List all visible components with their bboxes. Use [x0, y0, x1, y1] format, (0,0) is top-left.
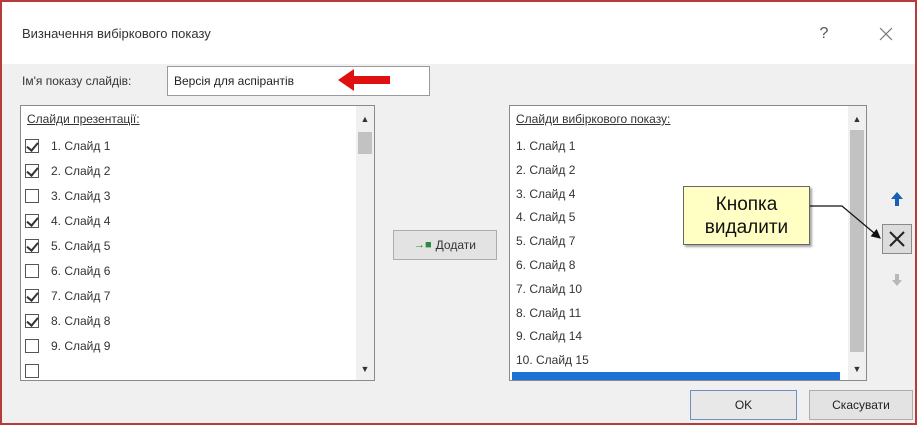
selected-list-item[interactable]	[512, 372, 840, 380]
slide-label: 2. Слайд 2	[51, 164, 111, 178]
help-button[interactable]: ?	[810, 20, 838, 48]
scroll-down-icon[interactable]: ▼	[356, 360, 374, 378]
dialog-title: Визначення вибіркового показу	[22, 26, 211, 41]
list-item[interactable]: 1. Слайд 1	[21, 134, 351, 158]
slide-label: 7. Слайд 7	[51, 289, 111, 303]
list-item-partial[interactable]	[21, 359, 351, 380]
arrow-up-icon	[891, 192, 903, 206]
list-item[interactable]: 5. Слайд 5	[21, 234, 351, 258]
slide-label: 5. Слайд 5	[51, 239, 111, 253]
list-item[interactable]: 9. Слайд 14	[516, 324, 582, 348]
close-button[interactable]	[870, 20, 902, 48]
add-button[interactable]: →■ Додати	[393, 230, 497, 260]
slide-checkbox[interactable]	[25, 339, 39, 353]
slide-checkbox[interactable]	[25, 289, 39, 303]
move-down-button[interactable]	[882, 265, 912, 295]
remove-x-icon	[889, 231, 905, 247]
left-list-scrollbar[interactable]: ▲ ▼	[356, 106, 374, 380]
slide-label: 6. Слайд 6	[51, 264, 111, 278]
list-item[interactable]: 3. Слайд 4	[516, 182, 575, 206]
callout-line-2: видалити	[704, 216, 789, 238]
presentation-slides-header: Слайди презентації:	[27, 112, 140, 126]
scroll-up-icon[interactable]: ▲	[356, 110, 374, 128]
list-item[interactable]: 9. Слайд 9	[21, 334, 351, 358]
remove-button[interactable]	[882, 224, 912, 254]
list-item[interactable]: 2. Слайд 2	[516, 158, 575, 182]
arrow-down-icon	[892, 274, 902, 286]
slide-checkbox[interactable]	[25, 264, 39, 278]
list-item[interactable]: 4. Слайд 4	[21, 209, 351, 233]
add-button-label: Додати	[435, 238, 476, 252]
right-list-scrollbar[interactable]: ▲ ▼	[848, 106, 866, 380]
presentation-slides-list[interactable]: Слайди презентації: 1. Слайд 1 2. Слайд 2…	[20, 105, 375, 381]
scroll-thumb[interactable]	[850, 130, 864, 352]
list-item[interactable]: 10. Слайд 15	[516, 348, 589, 372]
slide-label: 8. Слайд 8	[51, 314, 111, 328]
custom-show-dialog: Визначення вибіркового показу ? Ім'я пок…	[0, 0, 917, 425]
slide-label: 3. Слайд 3	[51, 189, 111, 203]
list-item[interactable]: 2. Слайд 2	[21, 159, 351, 183]
scroll-thumb[interactable]	[358, 132, 372, 154]
list-item[interactable]: 3. Слайд 3	[21, 184, 351, 208]
callout-line-1: Кнопка	[715, 193, 778, 215]
custom-show-slides-header: Слайди вибіркового показу:	[516, 112, 671, 126]
slide-checkbox[interactable]	[25, 314, 39, 328]
list-item[interactable]: 4. Слайд 5	[516, 205, 575, 229]
list-item[interactable]: 7. Слайд 7	[21, 284, 351, 308]
title-bar: Визначення вибіркового показу ?	[2, 2, 915, 64]
slide-label: 1. Слайд 1	[51, 139, 111, 153]
list-item[interactable]: 6. Слайд 6	[21, 259, 351, 283]
ok-button[interactable]: OK	[690, 390, 797, 420]
scroll-down-icon[interactable]: ▼	[848, 360, 866, 378]
move-up-button[interactable]	[882, 184, 912, 214]
red-pointer-arrow-icon	[338, 69, 390, 91]
remove-button-callout: Кнопка видалити	[683, 186, 810, 245]
list-item[interactable]: 1. Слайд 1	[516, 134, 575, 158]
slide-checkbox[interactable]	[25, 364, 39, 378]
list-item[interactable]: 5. Слайд 7	[516, 229, 575, 253]
cancel-button[interactable]: Скасувати	[809, 390, 913, 420]
list-item[interactable]: 7. Слайд 10	[516, 277, 582, 301]
list-item[interactable]: 8. Слайд 8	[21, 309, 351, 333]
slide-checkbox[interactable]	[25, 189, 39, 203]
slide-checkbox[interactable]	[25, 139, 39, 153]
scroll-up-icon[interactable]: ▲	[848, 110, 866, 128]
slide-checkbox[interactable]	[25, 214, 39, 228]
close-icon	[879, 27, 893, 41]
list-item[interactable]: 8. Слайд 11	[516, 301, 581, 325]
slide-label: 9. Слайд 9	[51, 339, 111, 353]
add-arrow-icon: →■	[414, 239, 432, 251]
slide-label: 4. Слайд 4	[51, 214, 111, 228]
show-name-label: Ім'я показу слайдів:	[22, 74, 132, 88]
slide-checkbox[interactable]	[25, 239, 39, 253]
slide-checkbox[interactable]	[25, 164, 39, 178]
list-item[interactable]: 6. Слайд 8	[516, 253, 575, 277]
